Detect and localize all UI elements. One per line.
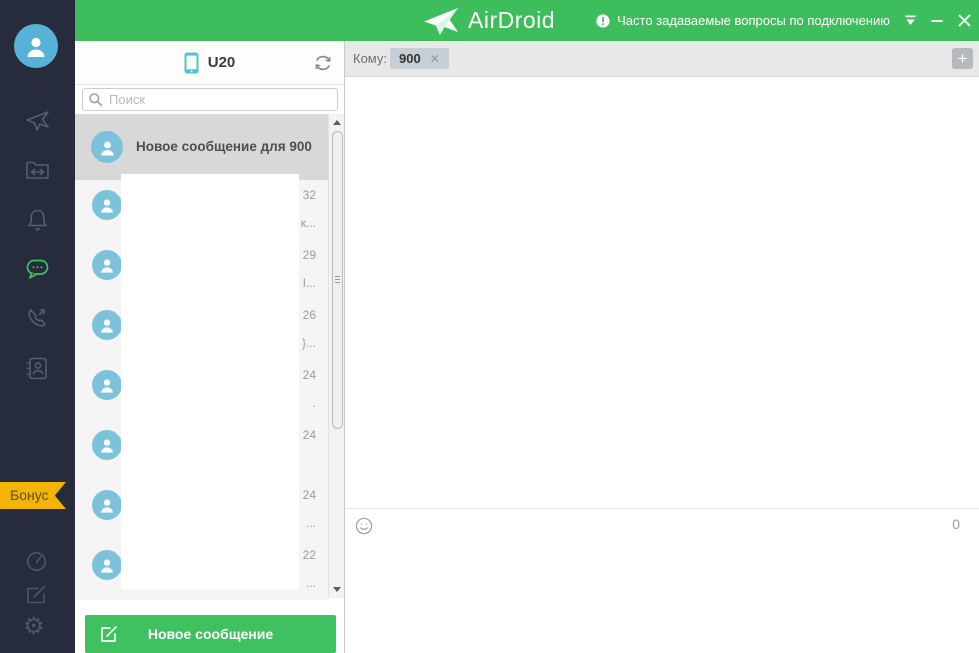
minimize-button[interactable] xyxy=(930,14,944,28)
avatar xyxy=(92,250,122,280)
conversation-preview: }... xyxy=(302,336,316,350)
recipient-number: 900 xyxy=(399,51,421,66)
conversation-time: 24 xyxy=(303,488,316,502)
bonus-ribbon[interactable]: Бонус xyxy=(0,482,66,509)
file-transfer-folder-icon[interactable] xyxy=(24,157,51,184)
recipient-tag[interactable]: 900 ✕ xyxy=(390,48,449,69)
compose-icon xyxy=(99,624,119,644)
calls-phone-icon[interactable] xyxy=(24,305,51,332)
transfer-plane-icon[interactable] xyxy=(24,107,51,134)
device-header: U20 xyxy=(75,41,344,85)
conversation-time: 26 xyxy=(303,308,316,322)
emoji-icon[interactable] xyxy=(355,517,373,535)
user-avatar[interactable] xyxy=(14,24,58,68)
avatar xyxy=(92,310,122,340)
person-icon xyxy=(23,33,49,59)
settings-gear-icon[interactable]: ⚙ xyxy=(23,614,45,638)
conversation-preview: ... xyxy=(306,516,316,530)
info-icon xyxy=(596,14,610,28)
brand-name: AirDroid xyxy=(468,7,555,34)
avatar xyxy=(92,430,122,460)
refresh-icon[interactable] xyxy=(314,54,332,72)
phone-device-icon xyxy=(184,52,199,74)
conversation-time: 24 xyxy=(303,428,316,442)
scroll-up-arrow[interactable] xyxy=(329,115,344,130)
conversation-time: 24 xyxy=(303,368,316,382)
conversation-time: 32 xyxy=(303,188,316,202)
list-item-label: Новое сообщение для 900 xyxy=(136,114,312,180)
conversation-time: 29 xyxy=(303,248,316,262)
list-item-new-message[interactable]: Новое сообщение для 900 xyxy=(75,114,328,180)
message-input[interactable] xyxy=(349,541,973,647)
airdroid-logo: AirDroid xyxy=(422,0,555,41)
to-label: Кому: xyxy=(353,41,387,77)
avatar xyxy=(92,550,122,580)
notifications-bell-icon[interactable] xyxy=(24,206,51,233)
messages-chat-icon[interactable] xyxy=(24,255,51,282)
search-input[interactable] xyxy=(82,88,338,111)
message-history xyxy=(345,77,979,508)
faq-link-text: Часто задаваемые вопросы по подключению xyxy=(617,13,890,28)
conversation-preview: I... xyxy=(303,276,316,290)
new-message-button[interactable]: Новое сообщение xyxy=(85,615,336,653)
airdroid-window: Бонус ⚙ AirDroid xyxy=(0,0,979,653)
conversation-preview: ... xyxy=(306,576,316,590)
search-area xyxy=(75,85,344,114)
scroll-down-arrow[interactable] xyxy=(329,582,344,597)
conversation-panel: Кому: 900 ✕ + 0 xyxy=(345,41,979,653)
title-bar: AirDroid Часто задаваемые вопросы по под… xyxy=(75,0,979,41)
char-counter: 0 xyxy=(952,516,960,532)
conversation-preview: . xyxy=(313,396,316,410)
device-name: U20 xyxy=(208,54,236,71)
redacted-content-area xyxy=(121,174,299,589)
remove-recipient-icon[interactable]: ✕ xyxy=(430,53,440,65)
new-message-button-label: Новое сообщение xyxy=(148,626,273,642)
paper-plane-logo-icon xyxy=(422,6,460,36)
avatar xyxy=(91,131,123,163)
compass-icon[interactable] xyxy=(24,549,49,574)
collapse-to-tray-button[interactable] xyxy=(903,14,917,28)
sidebar: Бонус ⚙ xyxy=(0,0,75,653)
avatar xyxy=(92,190,122,220)
conversation-preview: к... xyxy=(301,216,316,230)
compose-area: 0 xyxy=(345,508,979,652)
conversation-time: 22 xyxy=(303,548,316,562)
feedback-compose-icon[interactable] xyxy=(24,582,49,607)
faq-link[interactable]: Часто задаваемые вопросы по подключению xyxy=(596,13,890,28)
avatar xyxy=(92,490,122,520)
device-panel: U20 Новое сообщение xyxy=(75,41,345,653)
avatar xyxy=(92,370,122,400)
conversation-list: Новое сообщение для 900 32 к... 29 I... xyxy=(75,114,344,603)
scrollbar-thumb[interactable] xyxy=(332,131,343,429)
add-recipient-button[interactable]: + xyxy=(952,48,973,69)
recipient-bar: Кому: 900 ✕ + xyxy=(345,41,979,77)
list-scrollbar[interactable] xyxy=(328,114,344,598)
contacts-book-icon[interactable] xyxy=(24,355,51,382)
close-button[interactable] xyxy=(957,14,971,28)
